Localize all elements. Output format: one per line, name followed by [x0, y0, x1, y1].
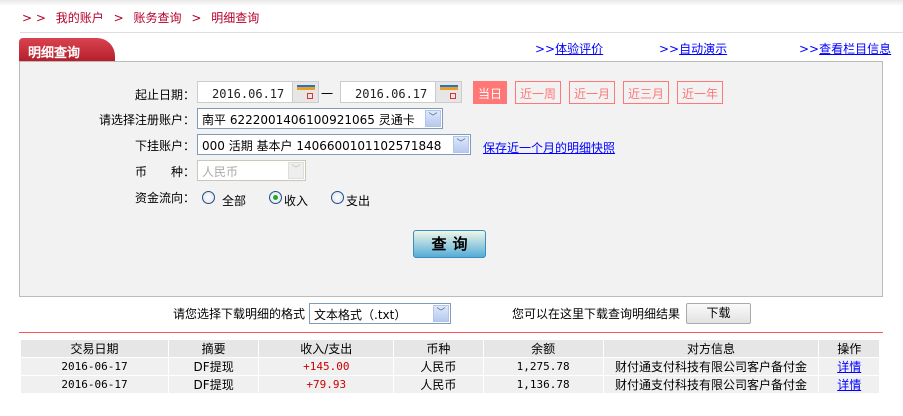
cell-amount: +145.00	[259, 357, 394, 375]
calendar-icon[interactable]	[292, 82, 318, 102]
sub-account-label: 下挂账户：	[134, 139, 195, 153]
cell-date: 2016-06-17	[21, 357, 168, 375]
end-date-input[interactable]: 2016.06.17	[340, 81, 462, 103]
col-action: 操作	[819, 340, 879, 357]
link-auto-demo[interactable]: >>自动演示	[659, 40, 727, 57]
cell-currency: 人民币	[394, 375, 483, 393]
detail-link[interactable]: 详情	[837, 360, 861, 374]
divider-red	[19, 332, 883, 333]
flow-all-label: 全部	[222, 194, 247, 208]
divider	[20, 32, 903, 33]
flow-income-radio[interactable]	[269, 191, 282, 204]
range-week-button[interactable]: 近一周	[515, 81, 562, 104]
top-shadow	[0, 0, 903, 6]
calendar-icon[interactable]	[435, 82, 461, 102]
breadcrumb-sep: >	[191, 11, 202, 25]
col-balance: 余额	[483, 340, 603, 357]
detail-link[interactable]: 详情	[837, 378, 861, 392]
link-experience-rating[interactable]: >>体验评价	[535, 40, 603, 57]
flow-expense-label: 支出	[346, 194, 371, 208]
table-row: 2016-06-17 DF提现 +79.93 人民币 1,136.78 财付通支…	[21, 375, 879, 393]
chevron-down-icon: ﹀	[453, 136, 469, 153]
start-date-input[interactable]: 2016.06.17	[197, 81, 319, 103]
range-today-button[interactable]: 当日	[473, 81, 508, 104]
flow-all-radio[interactable]	[202, 191, 215, 204]
download-format-select[interactable]: 文本格式（.txt） ﹀	[309, 303, 451, 324]
flow-label: 资金流向：	[134, 191, 195, 205]
sub-account-select[interactable]: 000 活期 基本户 1406600101102571848 ﹀	[197, 134, 471, 155]
chevron-down-icon: ﹀	[425, 110, 441, 127]
tab-detail-query[interactable]: 明细查询	[19, 38, 115, 62]
cell-balance: 1,136.78	[483, 375, 603, 393]
breadcrumb-account-query[interactable]: 账务查询	[134, 11, 182, 25]
cell-summary: DF提现	[168, 375, 259, 393]
range-quarter-button[interactable]: 近三月	[623, 81, 670, 104]
download-button[interactable]: 下载	[686, 303, 751, 324]
flow-expense-radio[interactable]	[331, 191, 344, 204]
breadcrumb-sep: >	[113, 11, 124, 25]
currency-label: 币 种：	[134, 165, 195, 179]
download-hint: 您可以在这里下载查询明细结果	[512, 307, 681, 321]
date-label: 起止日期：	[134, 88, 195, 102]
table-row: 2016-06-17 DF提现 +145.00 人民币 1,275.78 财付通…	[21, 357, 879, 375]
col-currency: 币种	[394, 340, 483, 357]
currency-select: 人民币 ﹀	[197, 160, 306, 181]
flow-income-label: 收入	[284, 194, 309, 208]
col-counterparty: 对方信息	[603, 340, 819, 357]
link-column-info[interactable]: >>查看栏目信息	[799, 40, 891, 57]
col-summary: 摘要	[168, 340, 259, 357]
download-format-label: 请您选择下载明细的格式	[173, 307, 306, 321]
chevron-down-icon: ﹀	[288, 162, 304, 179]
range-year-button[interactable]: 近一年	[677, 81, 724, 104]
detail-table: 交易日期 摘要 收入/支出 币种 余额 对方信息 操作 2016-06-17 D…	[20, 340, 880, 393]
cell-counterparty: 财付通支付科技有限公司客户备付金	[603, 357, 819, 375]
cell-counterparty: 财付通支付科技有限公司客户备付金	[603, 375, 819, 393]
cell-currency: 人民币	[394, 357, 483, 375]
cell-amount: +79.93	[259, 375, 394, 393]
save-snapshot-link[interactable]: 保存近一个月的明细快照	[483, 139, 615, 156]
cell-balance: 1,275.78	[483, 357, 603, 375]
table-header: 交易日期 摘要 收入/支出 币种 余额 对方信息 操作	[21, 340, 879, 357]
cell-summary: DF提现	[168, 357, 259, 375]
query-button[interactable]: 查询	[413, 230, 486, 258]
date-dash: 一	[321, 87, 334, 101]
breadcrumb-prefix: > >	[22, 11, 46, 25]
col-amount: 收入/支出	[259, 340, 394, 357]
col-date: 交易日期	[21, 340, 168, 357]
range-month-button[interactable]: 近一月	[569, 81, 616, 104]
chevron-down-icon: ﹀	[433, 305, 449, 322]
cell-date: 2016-06-17	[21, 375, 168, 393]
breadcrumb-my-account[interactable]: 我的账户	[56, 11, 104, 25]
account-select[interactable]: 南平 6222001406100921065 灵通卡 ﹀	[197, 108, 443, 129]
account-label: 请选择注册账户：	[98, 113, 195, 127]
breadcrumb-detail-query: 明细查询	[211, 11, 260, 25]
breadcrumb: > > 我的账户 > 账务查询 > 明细查询	[22, 9, 265, 26]
